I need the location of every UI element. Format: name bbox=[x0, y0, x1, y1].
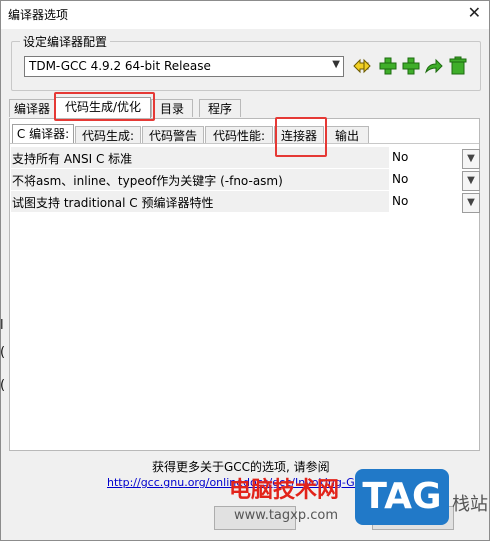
chevron-down-icon: ▼ bbox=[332, 59, 340, 70]
option-label: 试图支持 traditional C 预编译器特性 bbox=[12, 196, 214, 210]
background-text-fragment: l bbox=[0, 318, 4, 333]
compiler-set-group-label: 设定编译器配置 bbox=[20, 33, 111, 50]
close-icon[interactable]: ✕ bbox=[468, 3, 481, 22]
tab-directories[interactable]: 目录 bbox=[151, 99, 193, 117]
watermark-tag-logo: TAG bbox=[355, 469, 449, 525]
window-title: 编译器选项 bbox=[8, 8, 69, 22]
compiler-set-select[interactable]: TDM-GCC 4.9.2 64-bit Release ▼ bbox=[24, 56, 344, 77]
background-text-fragment: ( bbox=[0, 345, 6, 360]
option-row: 不将asm、inline、typeof作为关键字 (-fno-asm) bbox=[11, 169, 389, 190]
subtab-output[interactable]: 输出 bbox=[325, 126, 369, 144]
subtab-c-compiler[interactable]: C 编译器: bbox=[12, 124, 74, 144]
watermark-url: www.tagxp.com bbox=[234, 508, 338, 523]
tab-label: 目录 bbox=[159, 102, 184, 116]
option-value[interactable]: No bbox=[392, 147, 408, 168]
chevron-down-icon[interactable]: ▼ bbox=[462, 149, 480, 169]
add-icon[interactable] bbox=[378, 56, 398, 76]
option-row: 试图支持 traditional C 预编译器特性 bbox=[11, 191, 389, 212]
rename-icon[interactable] bbox=[352, 56, 372, 76]
option-row: 支持所有 ANSI C 标准 bbox=[11, 147, 389, 168]
chevron-down-icon[interactable]: ▼ bbox=[462, 171, 480, 191]
delete-icon[interactable] bbox=[448, 56, 468, 76]
tab-compiler[interactable]: 编译器 bbox=[9, 99, 55, 117]
background-text-fragment: ( bbox=[0, 378, 6, 393]
tab-label: 编译器 bbox=[13, 102, 50, 116]
subtab-code-generation[interactable]: 代码生成: bbox=[75, 126, 141, 144]
export-icon[interactable] bbox=[424, 56, 444, 76]
tab-label: 程序 bbox=[207, 102, 232, 116]
option-value[interactable]: No bbox=[392, 191, 408, 212]
title-bar: 编译器选项 ✕ bbox=[1, 1, 489, 29]
option-value[interactable]: No bbox=[392, 169, 408, 190]
subtab-label: C 编译器: bbox=[16, 127, 70, 141]
subtab-code-profiling[interactable]: 代码性能: bbox=[205, 126, 273, 144]
highlight-box-linker-tab bbox=[275, 117, 327, 157]
chevron-down-icon[interactable]: ▼ bbox=[462, 193, 480, 213]
watermark-side-text: 栈站 bbox=[452, 494, 488, 515]
option-label: 支持所有 ANSI C 标准 bbox=[12, 152, 133, 166]
subtab-label: 代码性能: bbox=[212, 129, 266, 143]
subtab-code-warnings[interactable]: 代码警告 bbox=[142, 126, 204, 144]
subtab-label: 输出 bbox=[334, 129, 359, 143]
option-label: 不将asm、inline、typeof作为关键字 (-fno-asm) bbox=[12, 174, 283, 188]
watermark-brand-text: 电脑技术网 bbox=[229, 478, 340, 503]
add-copy-icon[interactable] bbox=[401, 56, 421, 76]
highlight-box-codegen-tab bbox=[54, 92, 155, 121]
subtab-label: 代码生成: bbox=[81, 129, 135, 143]
compiler-set-selected-value: TDM-GCC 4.9.2 64-bit Release bbox=[29, 59, 211, 73]
subtab-label: 代码警告 bbox=[148, 129, 197, 143]
tab-programs[interactable]: 程序 bbox=[199, 99, 241, 117]
